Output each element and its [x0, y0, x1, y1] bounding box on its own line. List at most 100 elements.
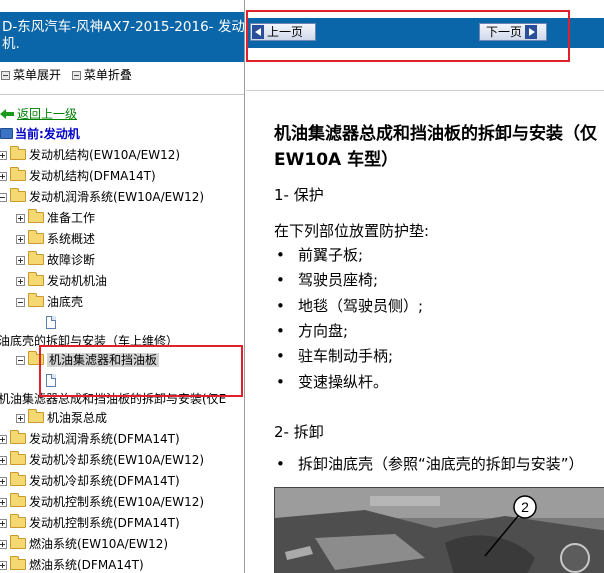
tree-item[interactable]: 发动机冷却系统(DFMA14T) — [0, 471, 180, 491]
collapse-toggle-icon[interactable] — [0, 193, 7, 202]
tree-item[interactable]: 发动机控制系统(DFMA14T) — [0, 513, 180, 533]
tree-item[interactable]: 准备工作 — [16, 208, 95, 228]
toolbar-divider — [0, 94, 244, 95]
folder-open-icon — [10, 188, 26, 202]
bullet-icon: • — [276, 297, 285, 315]
folder-icon — [10, 472, 26, 486]
tree-item[interactable]: 发动机润滑系统(EW10A/EW12) — [0, 187, 204, 207]
list-item: • 变速操纵杆。 — [276, 372, 388, 392]
expand-toggle-icon[interactable] — [0, 540, 7, 549]
tree-item-label: 发动机润滑系统(DFMA14T) — [29, 432, 180, 446]
tree-item-label: 故障诊断 — [47, 253, 96, 267]
tree-item-label: 燃油系统(EW10A/EW12) — [29, 537, 169, 551]
tree-item-label: 油底壳 — [47, 295, 84, 309]
tree-item-label: 发动机机油 — [47, 274, 108, 288]
document-divider — [246, 90, 604, 91]
expand-toggle-icon[interactable] — [0, 519, 7, 528]
expand-menu-button[interactable]: 菜单展开 — [0, 66, 61, 84]
list-item-text: 驻车制动手柄; — [298, 347, 394, 365]
tree-item-label: 发动机结构(EW10A/EW12) — [29, 148, 181, 162]
tree-item[interactable]: 发动机冷却系统(EW10A/EW12) — [0, 450, 204, 470]
tree-item-label: 准备工作 — [47, 211, 96, 225]
tree-item-label: 发动机控制系统(DFMA14T) — [29, 516, 180, 530]
expand-toggle-icon[interactable] — [16, 214, 25, 223]
bullet-icon: • — [276, 347, 285, 365]
expand-toggle-icon[interactable] — [0, 561, 7, 570]
section-heading: 1- 保护 — [274, 186, 324, 204]
collapse-menu-label: 菜单折叠 — [83, 68, 132, 82]
tree-item[interactable]: 发动机润滑系统(DFMA14T) — [0, 429, 180, 449]
current-node-label: 当前:发动机 — [15, 127, 80, 141]
list-item: • 驾驶员座椅; — [276, 270, 378, 290]
back-arrow-icon — [0, 109, 14, 119]
list-item-text: 拆卸油底壳（参照“油底壳的拆卸与安装”） — [298, 455, 584, 473]
folder-icon — [10, 514, 26, 528]
expand-toggle-icon[interactable] — [0, 498, 7, 507]
folder-icon — [10, 556, 26, 570]
tree-item[interactable]: 燃油系统(EW10A/EW12) — [0, 534, 168, 554]
tree-item-label: 发动机冷却系统(EW10A/EW12) — [29, 453, 205, 467]
collapse-toggle-icon[interactable] — [16, 298, 25, 307]
bullet-icon: • — [276, 373, 285, 391]
tree-item[interactable]: 油底壳 — [16, 292, 83, 312]
collapse-toggle-icon[interactable] — [16, 356, 25, 365]
tree-item-label: 机油泵总成 — [47, 411, 108, 425]
expand-toggle-icon[interactable] — [0, 172, 7, 181]
folder-icon — [28, 251, 44, 265]
expand-toggle-icon[interactable] — [16, 235, 25, 244]
expand-toggle-icon[interactable] — [16, 256, 25, 265]
expand-toggle-icon[interactable] — [0, 435, 7, 444]
expand-toggle-icon[interactable] — [16, 414, 25, 423]
protect-intro: 在下列部位放置防护垫: — [274, 222, 430, 240]
list-item: • 地毯（驾驶员侧）; — [276, 296, 423, 316]
folder-icon — [28, 230, 44, 244]
list-item-text: 变速操纵杆。 — [298, 373, 389, 391]
tree-item[interactable]: 故障诊断 — [16, 250, 95, 270]
bullet-icon: • — [276, 246, 285, 264]
tree-item[interactable]: 系统概述 — [16, 229, 95, 249]
tree-item-label: 系统概述 — [47, 232, 96, 246]
highlight-box — [246, 10, 570, 62]
tree-doc-item[interactable] — [46, 313, 56, 333]
list-item-text: 方向盘; — [298, 322, 349, 340]
expand-toggle-icon[interactable] — [0, 477, 7, 486]
folder-icon — [28, 409, 44, 423]
expand-toggle-icon[interactable] — [16, 277, 25, 286]
list-item: • 前翼子板; — [276, 245, 363, 265]
folder-icon — [10, 167, 26, 181]
folder-icon — [28, 272, 44, 286]
section-heading: 2- 拆卸 — [274, 423, 324, 441]
expand-toggle-icon[interactable] — [0, 151, 7, 160]
back-link[interactable]: 返回上一级 — [17, 107, 77, 121]
engine-photo-drawing: 2 — [275, 488, 604, 573]
bullet-icon: • — [276, 455, 285, 473]
navigation-pane: D-东风汽车-风神AX7-2015-2016- 发动机. 菜单展开 菜单折叠 返… — [0, 0, 245, 573]
folder-icon — [10, 451, 26, 465]
tree-item-label: 发动机结构(DFMA14T) — [29, 169, 156, 183]
tree-item[interactable]: 机油泵总成 — [16, 408, 107, 428]
list-item-text: 地毯（驾驶员侧）; — [298, 297, 424, 315]
content-pane: 上一页 下一页 机油集滤器总成和挡油板的拆卸与安装（仅 EW10A 车型） 1-… — [246, 0, 604, 573]
tree-item[interactable]: 发动机结构(EW10A/EW12) — [0, 145, 180, 165]
list-item-text: 驾驶员座椅; — [298, 271, 379, 289]
bullet-icon: • — [276, 322, 285, 340]
engine-photo: 2 — [274, 487, 604, 573]
highlight-box — [39, 345, 243, 397]
folder-icon — [10, 146, 26, 160]
collapse-menu-button[interactable]: 菜单折叠 — [71, 66, 132, 84]
list-item-text: 前翼子板; — [298, 246, 364, 264]
bullet-icon: • — [276, 271, 285, 289]
tree-item[interactable]: 燃油系统(DFMA14T) — [0, 555, 144, 573]
tree-item-label: 发动机冷却系统(DFMA14T) — [29, 474, 180, 488]
folder-icon — [10, 535, 26, 549]
tree-item[interactable]: 发动机控制系统(EW10A/EW12) — [0, 492, 204, 512]
callout-number: 2 — [521, 499, 529, 515]
list-item: • 方向盘; — [276, 321, 348, 341]
back-link-row[interactable]: 返回上一级 — [0, 104, 77, 124]
tree-item[interactable]: 发动机结构(DFMA14T) — [0, 166, 156, 186]
expand-toggle-icon[interactable] — [0, 456, 7, 465]
document-title: 机油集滤器总成和挡油板的拆卸与安装（仅 EW10A 车型） — [274, 124, 597, 170]
collapse-icon — [71, 71, 81, 80]
tree-item[interactable]: 发动机机油 — [16, 271, 107, 291]
tree-item-label: 燃油系统(DFMA14T) — [29, 558, 144, 572]
